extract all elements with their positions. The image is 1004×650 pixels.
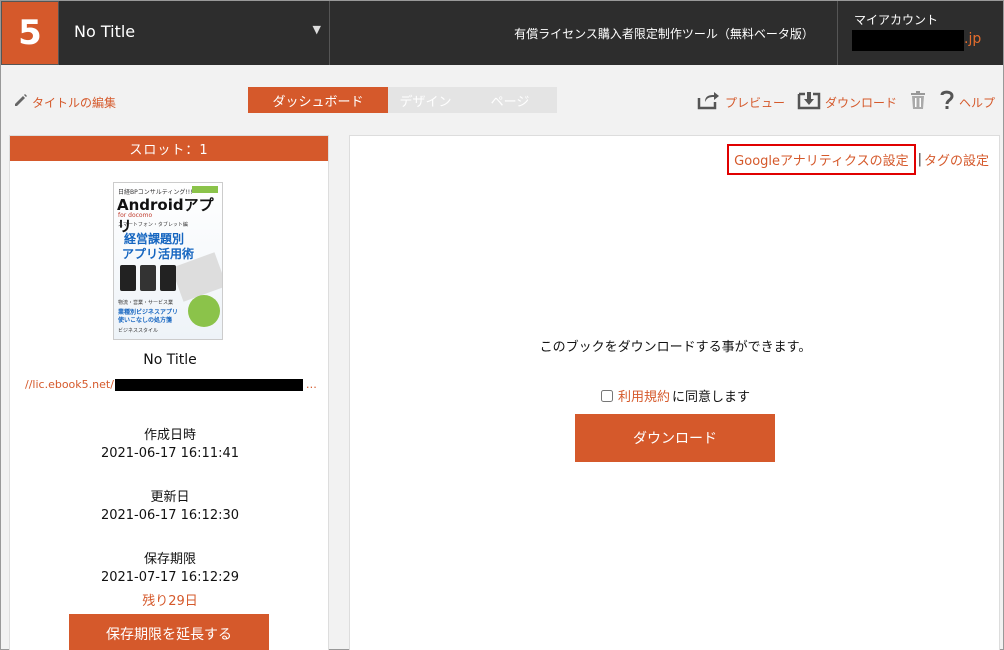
updated-value: 2021-06-17 16:12:30 bbox=[100, 508, 240, 523]
help-button[interactable]: ヘルプ bbox=[939, 89, 995, 115]
terms-of-use-link[interactable]: 利用規約 bbox=[618, 386, 670, 405]
tool-name: 有償ライセンス購入者限定制作ツール（無料ベータ版） bbox=[331, 1, 838, 65]
updated-label: 更新日 bbox=[150, 490, 190, 505]
toolbar-actions: プレビュー ダウンロード ヘルプ bbox=[697, 89, 995, 115]
book-cover-image[interactable]: 日経BPコンサルティング!!! Androidアプリ for docomo スマ… bbox=[113, 182, 223, 340]
app-logo[interactable]: 5 bbox=[1, 1, 59, 65]
book-url-link[interactable]: //lic.ebook5.net/ … bbox=[25, 378, 317, 391]
download-toolbar-label: ダウンロード bbox=[824, 95, 897, 110]
edit-title-label: タイトルの編集 bbox=[32, 95, 117, 110]
agree-terms-checkbox[interactable] bbox=[600, 389, 613, 402]
slot-panel: スロット：1 日経BPコンサルティング!!! Androidアプリ for do… bbox=[9, 135, 329, 650]
help-label: ヘルプ bbox=[958, 95, 995, 110]
cover-subtitle: for docomo bbox=[118, 212, 153, 219]
book-name: No Title bbox=[143, 352, 197, 368]
main-tabs: ダッシュボード デザイン ページ bbox=[248, 87, 557, 113]
tab-page[interactable]: ページ bbox=[463, 87, 557, 113]
dashboard-panel: Googleアナリティクスの設定 | タグの設定 このブックをダウンロードする事… bbox=[349, 135, 1000, 650]
remaining-days: 残り29日 bbox=[142, 594, 198, 609]
book-url-ellipsis: … bbox=[305, 378, 317, 391]
tab-dashboard[interactable]: ダッシュボード bbox=[248, 87, 388, 113]
cover-sub-text: スマートフォン・タブレット編 bbox=[118, 222, 188, 228]
book-selector-title: No Title bbox=[74, 22, 136, 41]
agree-label: に同意します bbox=[672, 390, 751, 405]
toolbar: タイトルの編集 ダッシュボード デザイン ページ プレビュー ダウンロード ヘル… bbox=[1, 65, 1003, 135]
pencil-icon bbox=[13, 92, 29, 112]
slot-header: スロット：1 bbox=[10, 136, 328, 161]
book-selector[interactable]: No Title ▼ bbox=[59, 1, 330, 65]
cover-bottom-text: 物流・営業・サービス業 bbox=[118, 300, 174, 306]
google-analytics-settings-link[interactable]: Googleアナリティクスの設定 bbox=[727, 144, 916, 175]
download-icon bbox=[797, 90, 821, 114]
account-menu[interactable]: マイアカウント .jp bbox=[839, 1, 1003, 65]
download-book-button[interactable]: ダウンロード bbox=[575, 414, 775, 462]
tab-design[interactable]: デザイン bbox=[388, 87, 463, 113]
expiry-label: 保存期限 bbox=[143, 552, 196, 567]
account-domain-suffix: .jp bbox=[964, 31, 982, 47]
created-value: 2021-06-17 16:11:41 bbox=[100, 446, 240, 461]
app-header: 5 No Title ▼ 有償ライセンス購入者限定制作ツール（無料ベータ版） マ… bbox=[1, 1, 1003, 65]
download-message: このブックをダウンロードする事ができます。 bbox=[539, 340, 812, 355]
cover-circle-badge bbox=[188, 295, 220, 327]
cover-badge bbox=[192, 186, 218, 193]
book-url-redacted bbox=[114, 378, 303, 391]
cover-bottom-text: ビジネススタイル bbox=[118, 328, 159, 334]
link-separator: | bbox=[917, 152, 922, 167]
cover-bottom-text: 使いこなしの処方箋 bbox=[118, 317, 173, 324]
extend-expiry-button[interactable]: 保存期限を延長する bbox=[69, 614, 269, 650]
cover-phone-graphic bbox=[140, 265, 156, 291]
expiry-value: 2021-07-17 16:12:29 bbox=[100, 570, 240, 585]
edit-title-link[interactable]: タイトルの編集 bbox=[13, 92, 116, 112]
book-url-prefix: //lic.ebook5.net/ bbox=[25, 378, 114, 391]
account-label: マイアカウント bbox=[854, 13, 939, 27]
question-icon bbox=[939, 89, 955, 115]
settings-links: Googleアナリティクスの設定 | タグの設定 bbox=[727, 144, 989, 175]
cover-phone-graphic bbox=[120, 265, 136, 291]
download-toolbar-button[interactable]: ダウンロード bbox=[797, 90, 897, 114]
account-redacted bbox=[852, 30, 964, 51]
delete-button[interactable] bbox=[909, 90, 927, 114]
terms-agreement: 利用規約 に同意します bbox=[350, 386, 1001, 405]
preview-label: プレビュー bbox=[724, 95, 785, 110]
tag-settings-link[interactable]: タグの設定 bbox=[924, 150, 989, 169]
created-label: 作成日時 bbox=[143, 428, 196, 443]
trash-icon bbox=[909, 90, 927, 114]
chevron-down-icon: ▼ bbox=[312, 23, 321, 36]
cover-phone-graphic bbox=[160, 265, 176, 291]
preview-button[interactable]: プレビュー bbox=[697, 90, 785, 114]
cover-main-line2: アプリ活用術 bbox=[122, 247, 195, 261]
share-icon bbox=[697, 90, 721, 114]
